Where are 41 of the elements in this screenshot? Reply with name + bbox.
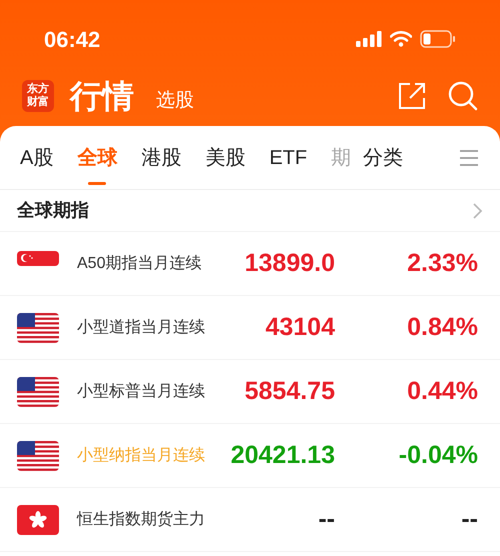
price-value: -- <box>317 504 335 535</box>
market-tab[interactable]: 美股 <box>205 126 246 189</box>
change-value: 0.44% <box>406 376 478 407</box>
contract-name: A50期指当月连续 <box>77 254 202 274</box>
share-icon[interactable] <box>398 82 426 110</box>
flag-icon <box>17 376 59 406</box>
quote-row[interactable]: A50期指当月连续 13899.0 2.33% <box>0 232 500 296</box>
market-tab[interactable]: 分类 <box>363 126 404 189</box>
market-tab[interactable]: 港股 <box>141 126 182 189</box>
tab-underline <box>88 182 106 185</box>
change-value: 2.33% <box>406 248 478 279</box>
signal-icon <box>356 31 382 47</box>
price-value: 5854.75 <box>244 376 335 407</box>
contract-name: 小型标普当月连续 <box>77 381 205 402</box>
price-value: 13899.0 <box>244 248 335 279</box>
flag-icon <box>17 504 59 534</box>
change-value: -0.04% <box>398 440 478 471</box>
wifi-icon <box>390 31 412 47</box>
contract-name: 恒生指数期货主力 <box>77 510 205 530</box>
flag-icon <box>17 440 59 470</box>
quote-row[interactable]: 小型道指当月连续 43104 0.84% <box>0 296 500 360</box>
market-tab[interactable]: A股 <box>20 126 54 189</box>
price-value: 43104 <box>264 312 335 343</box>
chevron-right-icon[interactable] <box>473 202 483 218</box>
search-icon[interactable] <box>448 81 478 111</box>
menu-icon[interactable] <box>460 150 478 166</box>
contract-name: 小型道指当月连续 <box>77 318 205 338</box>
market-tab[interactable]: ETF <box>269 126 308 189</box>
status-time: 06:42 <box>44 26 100 54</box>
page-title: 行情 <box>70 77 134 116</box>
change-value: -- <box>460 504 478 535</box>
battery-icon <box>420 30 456 48</box>
section-title: 全球期指 <box>17 199 89 222</box>
quote-row[interactable]: 恒生指数期货主力 -- -- <box>0 488 500 552</box>
flag-icon <box>17 312 59 342</box>
app-logo: 东方财富 <box>22 80 54 112</box>
change-value: 0.84% <box>406 312 478 343</box>
contract-name: 小型纳指当月连续 <box>77 446 205 466</box>
quote-row[interactable]: 小型标普当月连续 5854.75 0.44% <box>0 360 500 424</box>
price-value: 20421.13 <box>230 440 335 471</box>
flag-icon <box>17 250 59 266</box>
